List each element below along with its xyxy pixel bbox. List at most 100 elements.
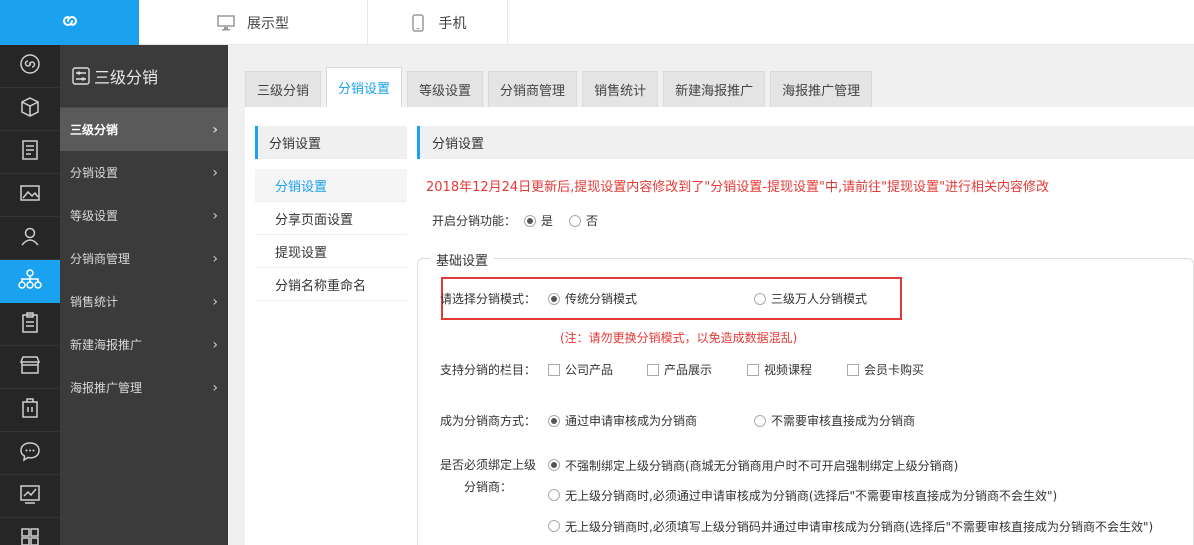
submenu-item-label: 分销设置 <box>70 166 119 180</box>
become-option-direct[interactable]: 不需要审核直接成为分销商 <box>754 412 915 429</box>
top-tab-display[interactable]: 展示型 <box>139 0 368 45</box>
submenu-item-distribution-settings[interactable]: 分销设置 › <box>60 151 228 194</box>
grid-icon <box>19 526 41 545</box>
bind-label-line1: 是否必须绑定上级 <box>440 458 537 472</box>
bind-apply-label: 无上级分销商时,必须通过申请审核成为分销商(选择后"不需要审核直接成为分销商不会… <box>565 488 1058 503</box>
tab-label: 海报推广管理 <box>782 84 861 99</box>
video-course-checkbox[interactable] <box>747 363 759 376</box>
network-icon <box>18 268 42 294</box>
column-option-membership-card[interactable]: 会员卡购买 <box>847 361 924 378</box>
column-option-label: 会员卡购买 <box>864 363 925 377</box>
enable-yes-option[interactable]: 是 <box>524 212 553 229</box>
panel-title: 分销设置 <box>417 126 1194 159</box>
company-products-checkbox[interactable] <box>548 363 560 376</box>
mode-option-three-level[interactable]: 三级万人分销模式 <box>754 290 867 307</box>
mode-three-level-radio[interactable] <box>754 292 766 305</box>
enable-yes-label: 是 <box>541 214 554 228</box>
column-option-product-display[interactable]: 产品展示 <box>647 361 747 378</box>
logo-icon <box>19 53 41 79</box>
top-tab-label: 展示型 <box>247 15 289 32</box>
rail-item-user[interactable] <box>0 217 60 260</box>
submenu-item-distributor-management[interactable]: 分销商管理 › <box>60 237 228 280</box>
rail-item-clipboard[interactable] <box>0 303 60 346</box>
settings-sliders-icon <box>72 67 90 85</box>
submenu-item-sales-stats[interactable]: 销售统计 › <box>60 280 228 323</box>
tab-distributor-management[interactable]: 分销商管理 <box>488 71 578 107</box>
document-icon <box>19 139 41 165</box>
submenu-item-label: 等级设置 <box>70 209 119 223</box>
enable-no-option[interactable]: 否 <box>569 212 598 229</box>
mode-three-level-label: 三级万人分销模式 <box>771 292 868 306</box>
rail-item-store[interactable] <box>0 346 60 389</box>
monitor-icon <box>217 14 235 32</box>
mode-traditional-radio[interactable] <box>548 292 560 305</box>
submenu-item-level-settings[interactable]: 等级设置 › <box>60 194 228 237</box>
tab-three-level[interactable]: 三级分销 <box>245 71 322 107</box>
bind-option-apply[interactable]: 无上级分销商时,必须通过申请审核成为分销商(选择后"不需要审核直接成为分销商不会… <box>548 484 1153 506</box>
tab-poster-management[interactable]: 海报推广管理 <box>770 71 873 107</box>
enable-yes-radio[interactable] <box>524 214 537 227</box>
become-label: 成为分销商方式： <box>439 414 536 428</box>
clipboard-icon <box>19 311 41 337</box>
chevron-right-icon: › <box>212 293 218 310</box>
tab-label: 等级设置 <box>419 84 472 99</box>
left-nav-item-withdraw[interactable]: 提现设置 <box>255 235 407 268</box>
submenu-header: 三级分销 <box>60 45 228 108</box>
columns-label: 支持分销的栏目： <box>439 363 536 377</box>
logo[interactable] <box>0 0 139 45</box>
tab-label: 三级分销 <box>257 84 310 99</box>
mode-label: 请选择分销模式： <box>439 292 536 306</box>
product-display-checkbox[interactable] <box>647 363 659 376</box>
become-direct-label: 不需要审核直接成为分销商 <box>771 414 916 428</box>
image-icon <box>19 182 41 208</box>
submenu-item-new-poster[interactable]: 新建海报推广 › <box>60 323 228 366</box>
submenu-item-poster-management[interactable]: 海报推广管理 › <box>60 366 228 409</box>
rail-item-box[interactable] <box>0 88 60 131</box>
rail-item-image[interactable] <box>0 174 60 217</box>
column-option-label: 产品展示 <box>664 363 713 377</box>
tab-level-settings[interactable]: 等级设置 <box>407 71 484 107</box>
become-apply-radio[interactable] <box>548 414 560 427</box>
rail-item-document[interactable] <box>0 131 60 174</box>
rail-item-building[interactable] <box>0 389 60 432</box>
column-option-video-course[interactable]: 视频课程 <box>747 361 847 378</box>
mode-option-traditional[interactable]: 传统分销模式 <box>548 290 754 307</box>
rail-item-chart[interactable] <box>0 475 60 518</box>
become-direct-radio[interactable] <box>754 414 766 427</box>
become-option-apply[interactable]: 通过申请审核成为分销商 <box>548 412 754 429</box>
tab-sales-stats[interactable]: 销售统计 <box>582 71 659 107</box>
become-row: 成为分销商方式： 通过申请审核成为分销商 不需要审核直接成为分销商 <box>418 412 915 429</box>
membership-card-checkbox[interactable] <box>847 363 859 376</box>
tab-new-poster[interactable]: 新建海报推广 <box>663 71 766 107</box>
column-option-company-products[interactable]: 公司产品 <box>548 361 647 378</box>
chat-icon <box>19 440 41 466</box>
rail-item-logo[interactable] <box>0 45 60 88</box>
bind-option-code[interactable]: 无上级分销商时,必须填写上级分销码并通过申请审核成为分销商(选择后"不需要审核直… <box>548 515 1153 537</box>
left-nav-label: 提现设置 <box>275 245 328 261</box>
submenu-item-three-level[interactable]: 三级分销 › <box>60 108 228 151</box>
submenu-item-label: 销售统计 <box>70 295 119 309</box>
phone-icon <box>409 13 427 32</box>
left-nav-item-share-page[interactable]: 分享页面设置 <box>255 202 407 235</box>
rail-item-network[interactable] <box>0 260 60 303</box>
left-nav-title: 分销设置 <box>255 126 407 159</box>
enable-no-radio[interactable] <box>569 214 582 227</box>
submenu-item-label: 海报推广管理 <box>70 381 143 395</box>
bind-options: 不强制绑定上级分销商(商城无分销商用户时不可开启强制绑定上级分销商) 无上级分销… <box>548 454 1153 537</box>
left-nav-item-distribution-settings[interactable]: 分销设置 <box>255 169 407 202</box>
bind-none-radio[interactable] <box>548 459 560 471</box>
left-nav-item-rename[interactable]: 分销名称重命名 <box>255 268 407 301</box>
basic-settings-group: 基础设置 请选择分销模式： 传统分销模式 三级万人分销模式 (注：请勿更换分销模… <box>417 250 1194 545</box>
tab-distribution-settings[interactable]: 分销设置 <box>326 67 403 107</box>
logo-icon <box>60 11 80 35</box>
chevron-right-icon: › <box>212 336 218 353</box>
enable-no-label: 否 <box>586 214 599 228</box>
chevron-right-icon: › <box>212 121 218 138</box>
tab-bar: 三级分销 分销设置 等级设置 分销商管理 销售统计 新建海报推广 海报推广管理 <box>245 67 877 107</box>
bind-code-radio[interactable] <box>548 520 560 532</box>
rail-item-chat[interactable] <box>0 432 60 475</box>
bind-option-none[interactable]: 不强制绑定上级分销商(商城无分销商用户时不可开启强制绑定上级分销商) <box>548 454 1153 476</box>
rail-item-grid[interactable] <box>0 518 60 545</box>
top-tab-mobile[interactable]: 手机 <box>368 0 508 45</box>
bind-apply-radio[interactable] <box>548 489 560 501</box>
